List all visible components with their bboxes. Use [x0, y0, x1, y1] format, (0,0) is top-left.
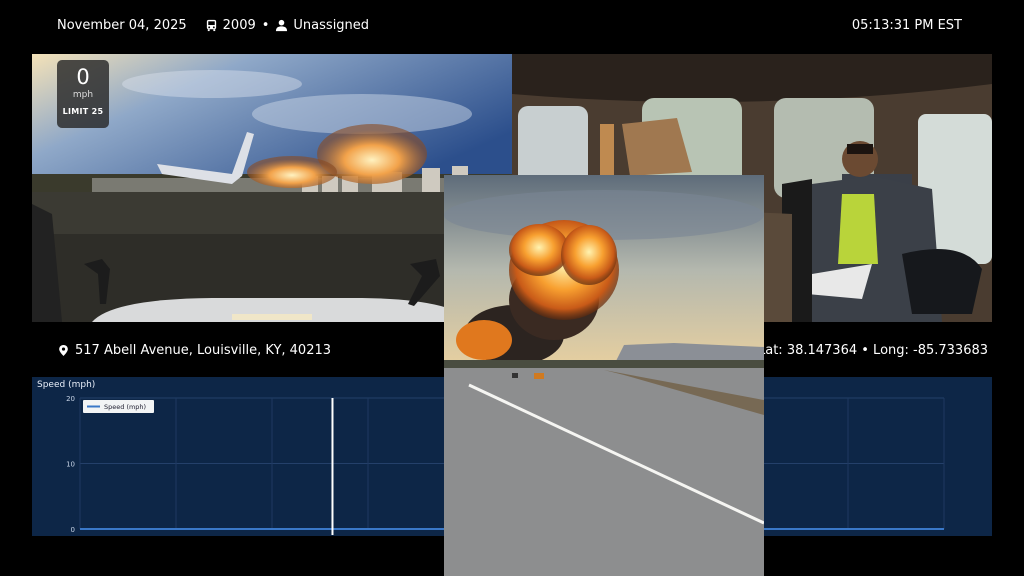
bus-icon — [206, 19, 216, 32]
front-camera-view[interactable]: 0 mph LIMIT 25 — [32, 54, 512, 322]
event-clip-image — [444, 175, 764, 576]
address-row: 517 Abell Avenue, Louisville, KY, 40213 — [58, 343, 331, 358]
coordinates-text: Lat: 38.147364 • Long: -85.733683 — [764, 343, 989, 358]
address-text: 517 Abell Avenue, Louisville, KY, 40213 — [75, 343, 332, 358]
y-tick-label: 0 — [71, 526, 75, 534]
map-pin-icon — [59, 345, 68, 356]
separator: • — [261, 18, 270, 33]
speed-indicator: 0 mph LIMIT 25 — [57, 60, 109, 128]
chart-title: Speed (mph) — [37, 380, 96, 390]
y-tick-label: 10 — [66, 461, 75, 469]
y-tick-label: 20 — [66, 395, 75, 403]
coordinates-container: Lat: 38.147364 • Long: -85.733683 — [764, 336, 994, 366]
top-bar: November 04, 2025 2009 • Unassigned 05:1… — [0, 0, 1024, 54]
speed-unit: mph — [72, 90, 94, 100]
event-clip-overlay[interactable] — [444, 175, 764, 576]
header-left: November 04, 2025 2009 • Unassigned — [57, 18, 369, 33]
speed-limit: LIMIT 25 — [62, 107, 104, 116]
person-icon — [276, 19, 288, 32]
vehicle-id: 2009 — [222, 18, 256, 33]
date-label: November 04, 2025 — [57, 18, 187, 33]
driver-name: Unassigned — [293, 18, 370, 33]
timestamp: 05:13:31 PM EST — [851, 18, 962, 33]
speed-value: 0 — [76, 65, 90, 89]
legend-label: Speed (mph) — [104, 403, 146, 411]
